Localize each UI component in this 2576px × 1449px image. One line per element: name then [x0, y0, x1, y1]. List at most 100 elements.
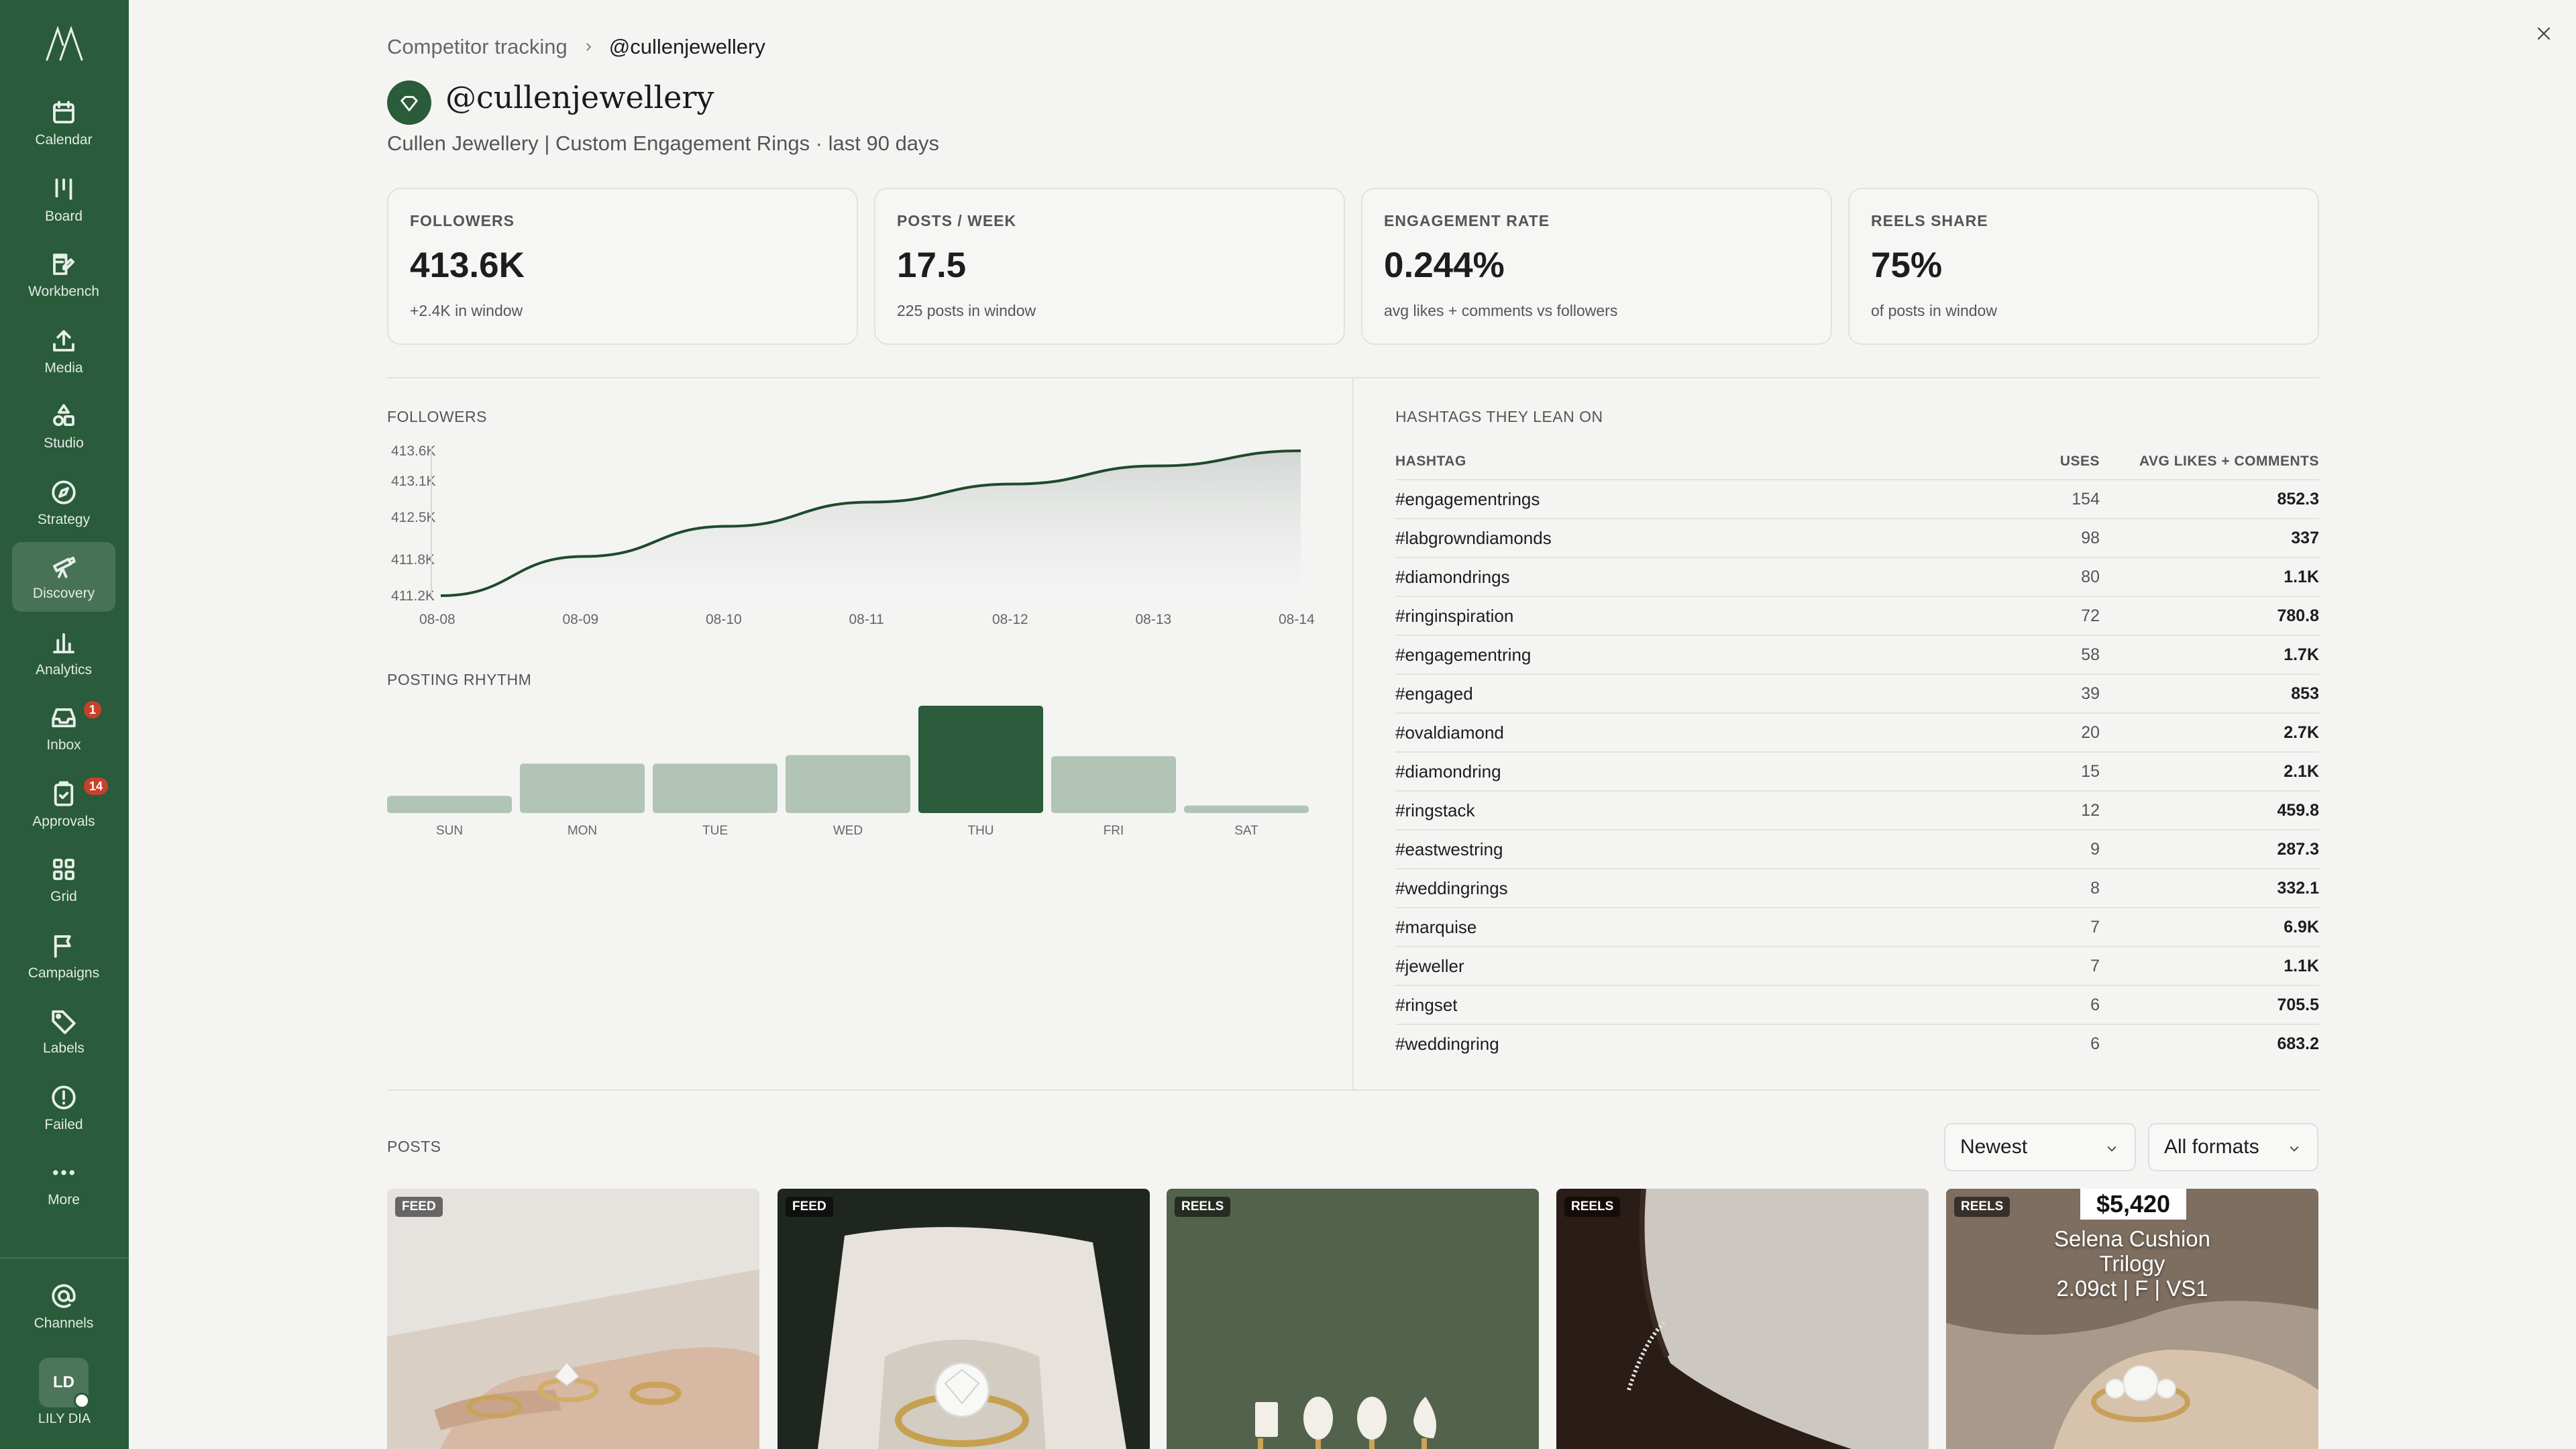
table-row[interactable]: #diamondring 15 2.1K	[1395, 751, 2319, 790]
sidebar-item-label: Grid	[50, 889, 77, 904]
avg-engagement-cell: 1.1K	[2284, 567, 2319, 586]
post-caption-overlay: Selena Cushion Trilogy 2.09ct | F | VS1	[2054, 1226, 2210, 1301]
sidebar-item-label: Campaigns	[28, 965, 100, 981]
rhythm-bar[interactable]	[653, 763, 777, 813]
close-button[interactable]	[2529, 19, 2559, 48]
profile-subtitle: Cullen Jewellery | Custom Engagement Rin…	[387, 131, 940, 155]
sidebar-item-grid[interactable]: Grid	[12, 845, 115, 915]
calendar-icon	[53, 101, 74, 123]
avg-engagement-cell: 459.8	[2277, 800, 2319, 820]
rhythm-bar[interactable]	[520, 763, 645, 813]
sidebar-item-workbench[interactable]: Workbench	[12, 240, 115, 310]
sidebar-item-analytics[interactable]: Analytics	[12, 619, 115, 688]
rhythm-bar[interactable]	[1051, 756, 1176, 813]
table-row[interactable]: #weddingring 6 683.2	[1395, 1024, 2319, 1063]
hashtag-cell: #ringset	[1395, 994, 1458, 1015]
hashtag-cell: #diamondring	[1395, 761, 1501, 782]
sidebar-item-label: Failed	[44, 1117, 83, 1132]
post-card[interactable]: REELS	[1167, 1189, 1539, 1449]
table-row[interactable]: #weddingrings 8 332.1	[1395, 868, 2319, 907]
rhythm-bar[interactable]	[918, 706, 1043, 813]
post-type-badge: FEED	[786, 1197, 833, 1217]
breadcrumb-current: @cullenjewellery	[608, 35, 765, 58]
rhythm-day-label: THU	[967, 824, 994, 838]
rhythm-bar[interactable]	[1184, 805, 1309, 813]
stat-label: REELS SHARE	[1871, 212, 1988, 229]
uses-cell: 7	[2090, 917, 2100, 936]
diamond-ring-icon	[400, 96, 418, 111]
sidebar-item-approvals[interactable]: Approvals 14	[12, 770, 115, 840]
chevron-down-icon	[2107, 1146, 2116, 1152]
rhythm-bar[interactable]	[387, 796, 512, 813]
hashtag-cell: #weddingrings	[1395, 877, 1508, 898]
stat-card-reels-share: REELS SHARE 75% of posts in window	[1848, 188, 2319, 345]
profile-avatar	[387, 80, 431, 125]
post-type-badge: REELS	[1954, 1197, 2010, 1217]
table-row[interactable]: #ringset 6 705.5	[1395, 985, 2319, 1024]
post-card[interactable]: REELS $5,420 Selena Cushion Trilogy 2.09…	[1946, 1189, 2318, 1449]
rhythm-day-label: TUE	[702, 824, 728, 838]
inbox-icon	[52, 708, 76, 728]
post-price-overlay: $5,420	[2080, 1189, 2186, 1220]
avg-engagement-cell: 332.1	[2277, 878, 2319, 898]
sidebar-item-strategy[interactable]: Strategy	[12, 468, 115, 538]
column-header-hashtag: HASHTAG	[1395, 453, 1466, 469]
page-title: @cullenjewellery	[445, 79, 714, 115]
sidebar-item-more[interactable]: More	[12, 1148, 115, 1218]
x-tick-label: 08-14	[1279, 612, 1315, 627]
hashtag-cell: #engagementring	[1395, 644, 1532, 665]
sidebar-item-studio[interactable]: Studio	[12, 392, 115, 462]
post-card[interactable]: FEED	[777, 1189, 1150, 1449]
clipboard-check-icon	[54, 781, 74, 806]
workbench-icon	[53, 254, 74, 275]
hashtag-cell: #marquise	[1395, 916, 1477, 937]
sidebar: Calendar Board Workbench Media Studio St…	[0, 0, 129, 1449]
hashtag-cell: #ovaldiamond	[1395, 722, 1504, 743]
table-row[interactable]: #engaged 39 853	[1395, 674, 2319, 712]
sidebar-item-label: Strategy	[37, 512, 91, 527]
post-card[interactable]: REELS	[1556, 1189, 1929, 1449]
column-header-uses: USES	[2059, 453, 2100, 469]
alert-circle-icon	[52, 1085, 76, 1110]
section-divider	[387, 1089, 2319, 1091]
x-tick-label: 08-09	[563, 612, 599, 627]
uses-cell: 154	[2072, 489, 2100, 508]
table-row[interactable]: #ringinspiration 72 780.8	[1395, 596, 2319, 635]
sidebar-item-board[interactable]: Board	[12, 165, 115, 235]
table-row[interactable]: #labgrowndiamonds 98 337	[1395, 518, 2319, 557]
brand-logo[interactable]	[0, 20, 129, 67]
post-card[interactable]: FEED	[387, 1189, 759, 1449]
sidebar-item-discovery[interactable]: Discovery	[12, 542, 115, 612]
approvals-count-badge: 14	[82, 775, 111, 797]
board-icon	[55, 178, 72, 200]
table-row[interactable]: #marquise 7 6.9K	[1395, 907, 2319, 946]
y-tick-label: 412.5K	[391, 510, 436, 525]
sort-select[interactable]: Newest	[1944, 1123, 2136, 1171]
table-row[interactable]: #ringstack 12 459.8	[1395, 790, 2319, 829]
stat-value: 75%	[1871, 246, 1943, 285]
table-row[interactable]: #eastwestring 9 287.3	[1395, 829, 2319, 868]
more-icon	[53, 1170, 74, 1175]
rhythm-day-label: WED	[833, 824, 863, 838]
sidebar-item-channels[interactable]: Channels	[12, 1272, 115, 1342]
table-row[interactable]: #jeweller 7 1.1K	[1395, 946, 2319, 985]
sidebar-item-failed[interactable]: Failed	[12, 1073, 115, 1143]
table-row[interactable]: #ovaldiamond 20 2.7K	[1395, 712, 2319, 751]
breadcrumb-parent-link[interactable]: Competitor tracking	[387, 35, 568, 59]
chevron-right-icon	[586, 43, 592, 51]
table-row[interactable]: #diamondrings 80 1.1K	[1395, 557, 2319, 596]
table-row[interactable]: #engagementrings 154 852.3	[1395, 479, 2319, 518]
hashtag-cell: #ringstack	[1395, 800, 1475, 820]
sidebar-item-calendar[interactable]: Calendar	[12, 89, 115, 158]
sidebar-item-campaigns[interactable]: Campaigns	[12, 922, 115, 991]
avg-engagement-cell: 853	[2291, 684, 2319, 703]
sidebar-item-inbox[interactable]: Inbox 1	[12, 694, 115, 763]
sidebar-item-labels[interactable]: Labels	[12, 997, 115, 1067]
x-tick-label: 08-08	[419, 612, 455, 627]
sidebar-item-media[interactable]: Media	[12, 317, 115, 386]
stat-note: +2.4K in window	[410, 302, 523, 319]
rhythm-bar[interactable]	[786, 755, 910, 813]
format-select[interactable]: All formats	[2148, 1123, 2318, 1171]
table-row[interactable]: #engagementring 58 1.7K	[1395, 635, 2319, 674]
post-type-badge: REELS	[1564, 1197, 1621, 1217]
